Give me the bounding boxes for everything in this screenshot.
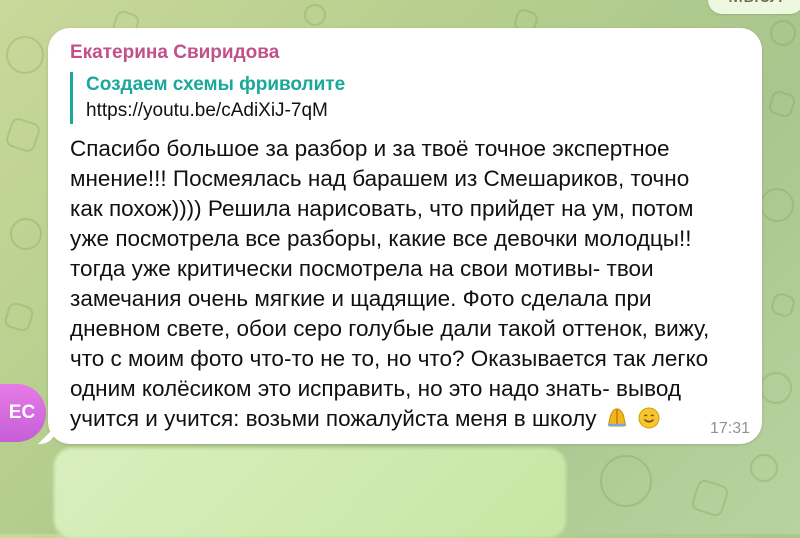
avatar-initials: EC <box>8 402 36 423</box>
message-time: 17:31 <box>709 420 750 437</box>
message-line: дневном свете, обои серо голубые дали та… <box>70 316 710 341</box>
message-line: замечания очень мягкие и щадящие. Фото с… <box>70 286 652 311</box>
link-preview[interactable]: Создаем схемы фриволите https://youtu.be… <box>70 72 740 124</box>
message-bubble[interactable]: Екатерина Свиридова Создаем схемы фривол… <box>48 28 762 444</box>
sender-name[interactable]: Екатерина Свиридова <box>70 42 740 64</box>
blurred-reply-bubble[interactable] <box>54 448 566 538</box>
previous-message-bubble[interactable]: мысл <box>708 0 800 14</box>
message-line: мнение!!! Посмеялась над барашем из Смеш… <box>70 166 690 191</box>
message-line: что с моим фото что-то не то, но что? Ок… <box>70 346 709 371</box>
link-preview-url[interactable]: https://youtu.be/cAdiXiJ-7qM <box>86 97 740 124</box>
previous-message-text: мысл <box>728 0 783 8</box>
message-line: учится и учится: возьми пожалуйста меня … <box>70 406 597 431</box>
message-line: как похож)))) Решила нарисовать, что при… <box>70 196 694 221</box>
message-line: уже посмотрела все разборы, какие все де… <box>70 226 692 251</box>
message-line: одним колёсиком это исправить, но это на… <box>70 376 681 401</box>
link-preview-title[interactable]: Создаем схемы фриволите <box>86 72 740 97</box>
message-last-line: учится и учится: возьми пожалуйста меня … <box>70 404 710 434</box>
message-line: тогда уже критически посмотрела на свои … <box>70 256 654 281</box>
smiling-face-icon <box>637 406 661 430</box>
folded-hands-icon <box>605 406 629 430</box>
message-line: Спасибо большое за разбор и за твоё точн… <box>70 136 670 161</box>
message-text: Спасибо большое за разбор и за твоё точн… <box>70 134 710 434</box>
